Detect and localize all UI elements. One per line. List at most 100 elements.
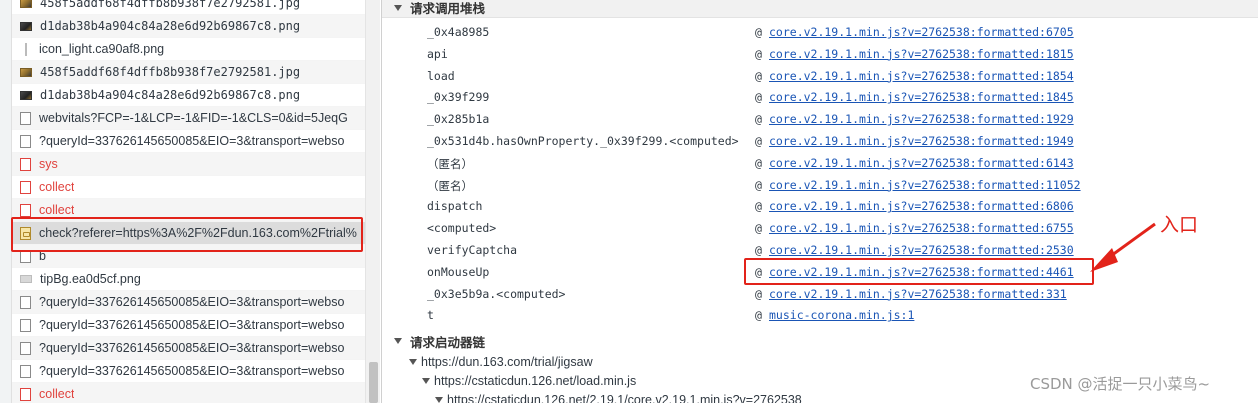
request-row[interactable]: b xyxy=(12,245,365,268)
request-row[interactable]: sys xyxy=(12,153,365,176)
stack-frame-row: onMouseUp @ core.v2.19.1.min.js?v=2762538:… xyxy=(382,262,1258,283)
request-name[interactable]: d1dab38b4a904c84a28e6d92b69867c8.png xyxy=(40,19,300,33)
request-name[interactable]: ?queryId=337626145650085&EIO=3&transport… xyxy=(39,364,344,378)
request-row[interactable]: 458f5addf68f4dffb8b938f7e2792581.jpg xyxy=(12,0,365,15)
initiator-chain-item[interactable]: https://dun.163.com/trial/jigsaw xyxy=(409,352,593,372)
at-symbol: @ xyxy=(755,155,762,170)
request-row[interactable]: d1dab38b4a904c84a28e6d92b69867c8.png xyxy=(12,84,365,107)
source-location-link[interactable]: core.v2.19.1.min.js?v=2762538:formatted:… xyxy=(769,199,1074,213)
function-name: load xyxy=(427,68,455,83)
request-row[interactable]: 458f5addf68f4dffb8b938f7e2792581.jpg xyxy=(12,61,365,84)
document-icon xyxy=(20,134,31,148)
request-call-stack-header[interactable]: 请求调用堆栈 xyxy=(382,0,1258,18)
thin-image-icon xyxy=(25,42,27,56)
at-symbol: @ xyxy=(755,286,762,301)
request-name[interactable]: check?referer=https%3A%2F%2Fdun.163.com%… xyxy=(39,226,357,240)
request-name[interactable]: b xyxy=(39,249,46,263)
source-location-link[interactable]: core.v2.19.1.min.js?v=2762538:formatted:… xyxy=(769,178,1081,192)
source-location-link[interactable]: core.v2.19.1.min.js?v=2762538:formatted:… xyxy=(769,112,1074,126)
function-name: api xyxy=(427,46,448,61)
request-row[interactable]: icon_light.ca90af8.png xyxy=(12,38,365,61)
request-row[interactable]: ?queryId=337626145650085&EIO=3&transport… xyxy=(12,337,365,360)
scrollbar-thumb[interactable] xyxy=(369,362,378,403)
function-name: _0x4a8985 xyxy=(427,25,490,39)
stack-frame-row: dispatch @ core.v2.19.1.min.js?v=2762538:f… xyxy=(382,196,1258,217)
at-symbol: @ xyxy=(755,221,762,236)
request-name[interactable]: 458f5addf68f4dffb8b938f7e2792581.jpg xyxy=(40,65,300,79)
initiator-chain-item[interactable]: https://cstaticdun.126.net/2.19.1/core.v… xyxy=(435,390,802,403)
function-name: _0x285b1a xyxy=(427,112,490,127)
request-name[interactable]: ?queryId=337626145650085&EIO=3&transport… xyxy=(39,341,344,355)
document-icon xyxy=(20,111,31,125)
request-row[interactable]: ?queryId=337626145650085&EIO=3&transport… xyxy=(12,360,365,383)
at-symbol: @ xyxy=(755,199,762,214)
document-icon xyxy=(20,295,31,309)
request-name[interactable]: webvitals?FCP=-1&LCP=-1&FID=-1&CLS=0&id=… xyxy=(39,111,348,125)
request-row[interactable]: collect xyxy=(12,383,365,403)
request-name[interactable]: icon_light.ca90af8.png xyxy=(39,42,164,56)
request-name[interactable]: ?queryId=337626145650085&EIO=3&transport… xyxy=(39,134,344,148)
request-name[interactable]: sys xyxy=(39,157,58,171)
at-symbol: @ xyxy=(755,177,762,192)
collapse-triangle-icon[interactable] xyxy=(394,4,402,11)
request-name[interactable]: collect xyxy=(39,387,74,401)
section-title: 请求调用堆栈 xyxy=(410,1,486,16)
at-symbol: @ xyxy=(755,112,762,127)
source-location-link[interactable]: core.v2.19.1.min.js?v=2762538:formatted:… xyxy=(769,287,1067,301)
source-location-link[interactable]: core.v2.19.1.min.js?v=2762538:formatted:… xyxy=(769,25,1074,39)
request-name[interactable]: collect xyxy=(39,180,74,194)
request-name[interactable]: ?queryId=337626145650085&EIO=3&transport… xyxy=(39,295,344,309)
stack-frame-row: _0x4a8985 @ core.v2.19.1.min.js?v=2762538:… xyxy=(382,22,1258,43)
expand-triangle-icon[interactable] xyxy=(422,378,430,384)
request-row[interactable]: ?queryId=337626145650085&EIO=3&transport… xyxy=(12,314,365,337)
list-gutter xyxy=(0,0,12,403)
initiator-url: https://cstaticdun.126.net/load.min.js xyxy=(434,374,637,388)
source-location-link[interactable]: core.v2.19.1.min.js?v=2762538:formatted:… xyxy=(769,90,1074,104)
at-symbol: @ xyxy=(755,90,762,105)
image-thumbnail-icon xyxy=(20,21,32,31)
collapse-triangle-icon[interactable] xyxy=(394,338,402,344)
request-row[interactable]: ?queryId=337626145650085&EIO=3&transport… xyxy=(12,130,365,153)
request-row[interactable]: ?queryId=337626145650085&EIO=3&transport… xyxy=(12,291,365,314)
document-icon xyxy=(20,203,31,217)
function-name: onMouseUp xyxy=(427,264,490,279)
source-location-link[interactable]: core.v2.19.1.min.js?v=2762538:formatted:… xyxy=(769,265,1074,279)
image-thumbnail-icon xyxy=(20,0,32,8)
source-location-link[interactable]: core.v2.19.1.min.js?v=2762538:formatted:… xyxy=(769,47,1074,61)
expand-triangle-icon[interactable] xyxy=(409,359,417,365)
request-name[interactable]: 458f5addf68f4dffb8b938f7e2792581.jpg xyxy=(40,0,300,10)
request-row[interactable]: tipBg.ea0d5cf.png xyxy=(12,268,365,291)
source-location-link[interactable]: core.v2.19.1.min.js?v=2762538:formatted:… xyxy=(769,221,1074,235)
source-location-link[interactable]: core.v2.19.1.min.js?v=2762538:formatted:… xyxy=(769,243,1074,257)
initiator-chain-item[interactable]: https://cstaticdun.126.net/load.min.js xyxy=(422,371,636,391)
request-row[interactable]: check?referer=https%3A%2F%2Fdun.163.com%… xyxy=(12,222,365,245)
xhr-script-icon xyxy=(20,226,31,240)
at-symbol: @ xyxy=(755,68,762,83)
source-location-link[interactable]: core.v2.19.1.min.js?v=2762538:formatted:… xyxy=(769,156,1074,170)
network-request-list-panel: 458f5addf68f4dffb8b938f7e2792581.jpg d1da… xyxy=(0,0,380,403)
request-row[interactable]: collect xyxy=(12,199,365,222)
document-icon xyxy=(20,249,31,263)
request-name[interactable]: d1dab38b4a904c84a28e6d92b69867c8.png xyxy=(40,88,300,102)
request-name[interactable]: ?queryId=337626145650085&EIO=3&transport… xyxy=(39,318,344,332)
source-location-link[interactable]: core.v2.19.1.min.js?v=2762538:formatted:… xyxy=(769,134,1074,148)
at-symbol: @ xyxy=(755,25,762,39)
document-icon xyxy=(20,318,31,332)
document-icon xyxy=(20,364,31,378)
source-location-link[interactable]: music-corona.min.js:1 xyxy=(769,308,914,322)
request-initiator-chain-header[interactable]: 请求启动器链 xyxy=(382,331,1258,351)
function-name: （匿名） xyxy=(427,178,473,193)
request-row[interactable]: collect xyxy=(12,176,365,199)
request-list-scrollbar[interactable] xyxy=(365,0,380,403)
stack-frame-row: load @ core.v2.19.1.min.js?v=2762538:forma… xyxy=(382,66,1258,87)
request-row[interactable]: d1dab38b4a904c84a28e6d92b69867c8.png xyxy=(12,15,365,38)
expand-triangle-icon[interactable] xyxy=(435,397,443,403)
document-icon xyxy=(20,387,31,401)
request-name[interactable]: collect xyxy=(39,203,74,217)
image-thumbnail-icon xyxy=(20,67,32,77)
function-name: t xyxy=(427,308,434,323)
request-row[interactable]: webvitals?FCP=-1&LCP=-1&FID=-1&CLS=0&id=… xyxy=(12,107,365,130)
source-location-link[interactable]: core.v2.19.1.min.js?v=2762538:formatted:… xyxy=(769,69,1074,83)
at-symbol: @ xyxy=(755,308,762,323)
request-name[interactable]: tipBg.ea0d5cf.png xyxy=(40,272,141,286)
